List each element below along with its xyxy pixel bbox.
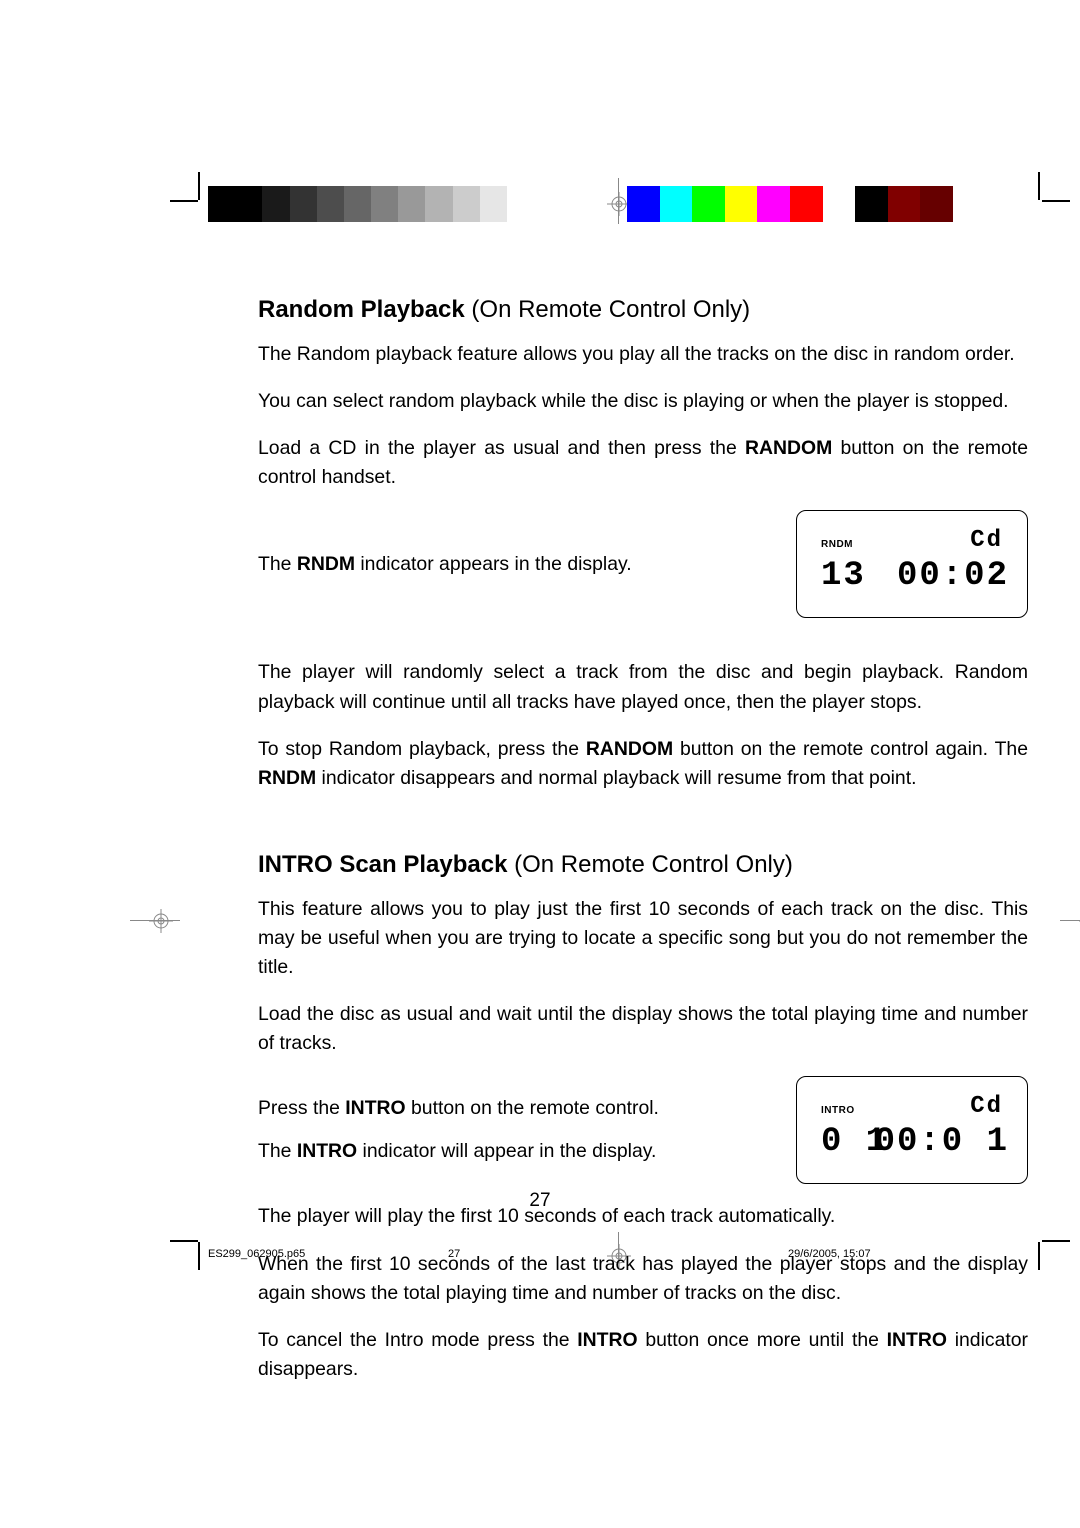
crop-guide [1060,920,1080,921]
crop-mark [1038,1242,1040,1270]
crop-guide [130,920,180,921]
crop-mark [198,1242,200,1270]
crop-mark [170,1240,198,1242]
body-text: The player will randomly select a track … [258,658,1028,716]
body-text: The Random playback feature allows you p… [258,340,1028,369]
body-text: You can select random playback while the… [258,387,1028,416]
body-text: To cancel the Intro mode press the INTRO… [258,1326,1028,1384]
grayscale-calibration-bar [208,186,534,222]
lcd-time: 00:0 1 [875,1123,1009,1161]
body-text: To stop Random playback, press the RANDO… [258,735,1028,793]
body-text: The INTRO indicator will appear in the d… [258,1137,776,1166]
row-rndm-display: The RNDM indicator appears in the displa… [258,510,1028,618]
heading-bold: Random Playback [258,296,465,323]
lcd-cd-label: Cd [970,527,1003,554]
crop-guide [618,178,619,224]
lcd-indicator: INTRO [821,1105,855,1116]
crop-mark [198,172,200,200]
color-calibration-bar [627,186,953,222]
lcd-display-intro: INTRO Cd 0 1 00:0 1 [796,1076,1028,1184]
footer-filename: ES299_062905.p65 [208,1248,448,1260]
heading-bold: INTRO Scan Playback [258,851,507,878]
crop-mark [170,200,198,202]
lcd-time: 00:02 [897,557,1009,595]
body-text: This feature allows you to play just the… [258,895,1028,982]
section-heading-random: Random Playback (On Remote Control Only) [258,296,1028,324]
crop-mark [1042,200,1070,202]
body-text: Load the disc as usual and wait until th… [258,1000,1028,1058]
heading-rest: (On Remote Control Only) [465,296,750,323]
row-intro-display: Press the INTRO button on the remote con… [258,1076,1028,1184]
footer-page: 27 [448,1248,668,1260]
lcd-cd-label: Cd [970,1093,1003,1120]
registration-target-icon [149,909,173,933]
page-number: 27 [0,1190,1080,1212]
lcd-display-rndm: RNDM Cd 13 00:02 [796,510,1028,618]
crop-mark [1042,1240,1070,1242]
page-content: Random Playback (On Remote Control Only)… [258,296,1028,1402]
crop-mark [1038,172,1040,200]
section-heading-intro: INTRO Scan Playback (On Remote Control O… [258,851,1028,879]
prepress-footer: ES299_062905.p65 27 29/6/2005, 15:07 [208,1248,958,1260]
body-text: Load a CD in the player as usual and the… [258,434,1028,492]
body-text: The RNDM indicator appears in the displa… [258,550,776,579]
footer-datetime: 29/6/2005, 15:07 [668,1248,958,1260]
heading-rest: (On Remote Control Only) [507,851,792,878]
body-text: Press the INTRO button on the remote con… [258,1094,776,1123]
lcd-indicator: RNDM [821,539,853,550]
lcd-track: 13 [821,557,866,595]
